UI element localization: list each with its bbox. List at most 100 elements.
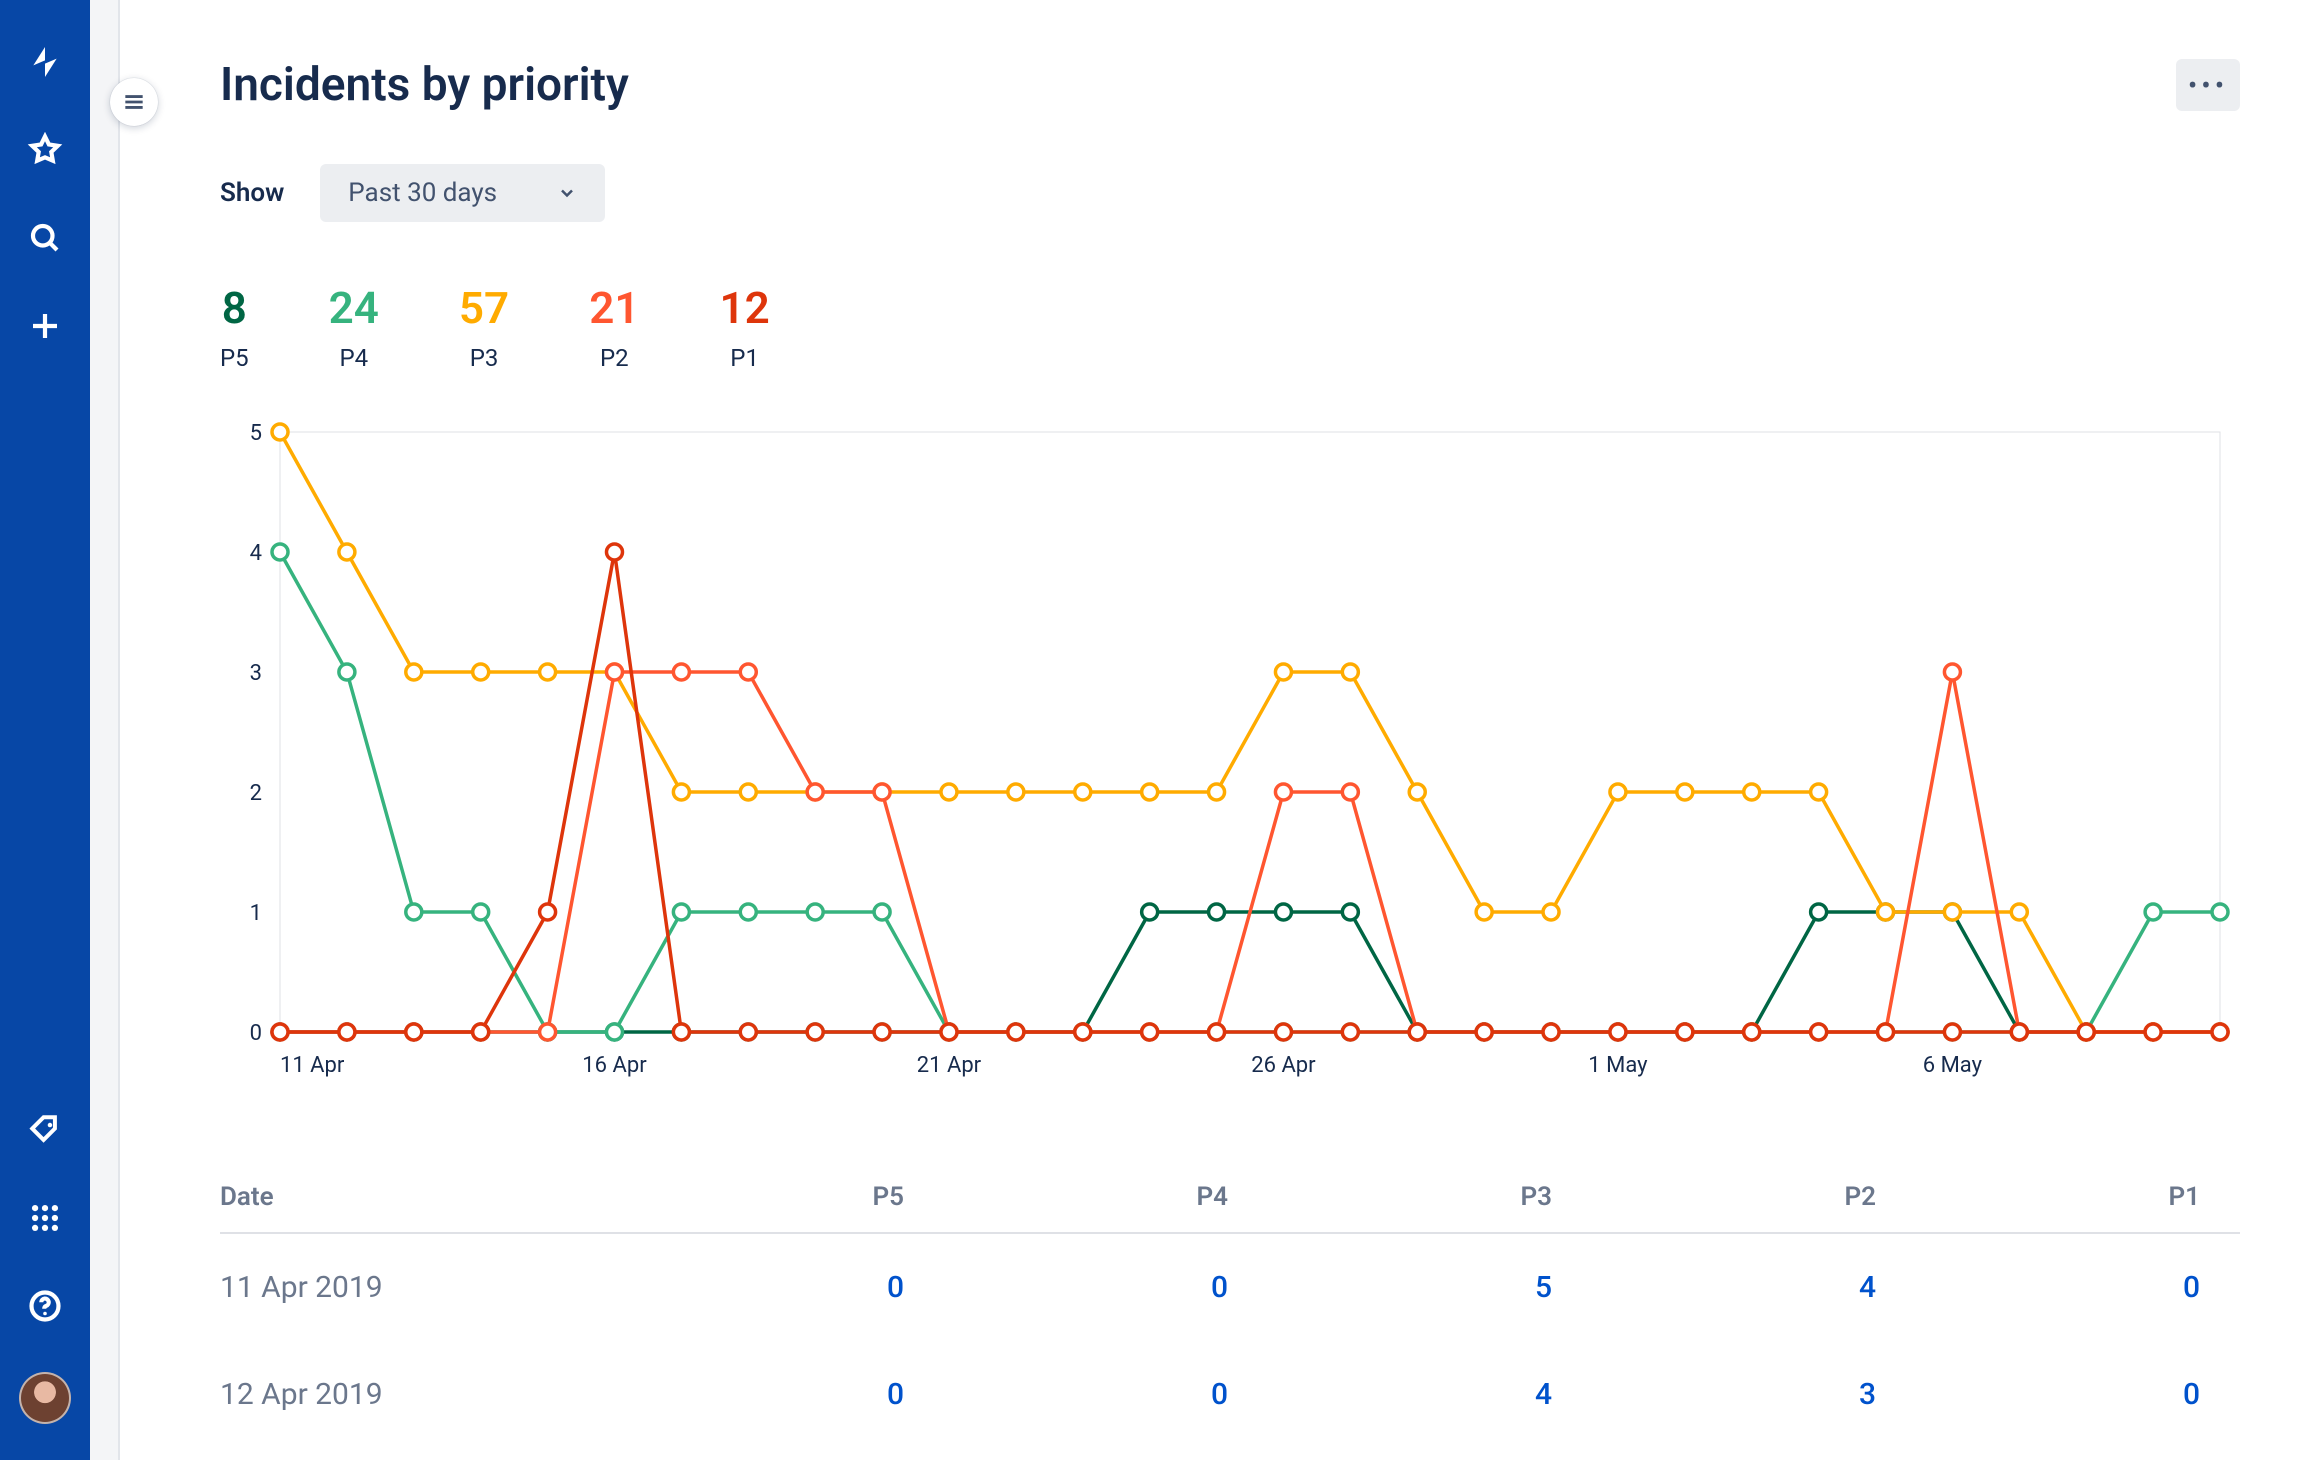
th-date: Date (220, 1182, 620, 1212)
point (2011, 904, 2027, 920)
point (1409, 1024, 1425, 1040)
stat-value: 21 (589, 282, 639, 334)
point (740, 784, 756, 800)
point (606, 1024, 622, 1040)
point (1944, 904, 1960, 920)
point (1944, 664, 1960, 680)
stat-p5: 8P5 (220, 282, 249, 372)
svg-text:1: 1 (250, 901, 262, 926)
search-icon[interactable] (23, 216, 67, 260)
point (740, 1024, 756, 1040)
point (1275, 1024, 1291, 1040)
point (1342, 1024, 1358, 1040)
point (1008, 1024, 1024, 1040)
td-value: 0 (1916, 1377, 2240, 1412)
plus-icon[interactable] (23, 304, 67, 348)
th-p1: P1 (1916, 1182, 2240, 1212)
point (2212, 904, 2228, 920)
point (406, 664, 422, 680)
show-label: Show (220, 178, 284, 208)
point (1008, 784, 1024, 800)
tag-icon[interactable] (23, 1108, 67, 1152)
point (406, 1024, 422, 1040)
stat-label: P2 (600, 344, 629, 372)
page-title: Incidents by priority (220, 58, 629, 112)
help-icon[interactable] (23, 1284, 67, 1328)
series-p3 (280, 432, 2220, 1032)
point (1811, 784, 1827, 800)
point (1677, 784, 1693, 800)
td-value: 0 (620, 1377, 944, 1412)
th-p4: P4 (944, 1182, 1268, 1212)
point (1811, 904, 1827, 920)
point (807, 1024, 823, 1040)
svg-text:16 Apr: 16 Apr (582, 1053, 647, 1078)
td-value: 4 (1268, 1377, 1592, 1412)
point (606, 664, 622, 680)
point (473, 1024, 489, 1040)
point (1209, 904, 1225, 920)
svg-text:21 Apr: 21 Apr (917, 1053, 982, 1078)
point (1744, 1024, 1760, 1040)
main-content: Incidents by priority ••• Show Past 30 d… (120, 0, 2320, 1460)
stat-value: 12 (719, 282, 769, 334)
point (406, 904, 422, 920)
svg-text:3: 3 (250, 661, 262, 686)
td-value: 3 (1592, 1377, 1916, 1412)
point (673, 904, 689, 920)
point (1209, 1024, 1225, 1040)
point (1342, 904, 1358, 920)
td-date: 12 Apr 2019 (220, 1377, 620, 1412)
logo-icon[interactable] (23, 40, 67, 84)
point (272, 544, 288, 560)
stat-p2: 21P2 (589, 282, 639, 372)
stat-label: P3 (470, 344, 499, 372)
stat-p4: 24P4 (329, 282, 379, 372)
th-p5: P5 (620, 1182, 944, 1212)
line-chart-svg: 01234511 Apr16 Apr21 Apr26 Apr1 May6 May (220, 412, 2240, 1112)
svg-text:26 Apr: 26 Apr (1251, 1053, 1316, 1078)
point (1342, 784, 1358, 800)
point (1409, 784, 1425, 800)
point (740, 904, 756, 920)
point (1142, 904, 1158, 920)
series-p2 (280, 672, 2220, 1032)
date-range-select[interactable]: Past 30 days (320, 164, 605, 222)
series-p5 (280, 912, 2220, 1032)
point (1142, 784, 1158, 800)
point (1075, 1024, 1091, 1040)
date-range-value: Past 30 days (348, 178, 497, 208)
stat-label: P4 (339, 344, 368, 372)
svg-text:1 May: 1 May (1588, 1053, 1648, 1078)
more-actions-button[interactable]: ••• (2176, 59, 2240, 111)
point (874, 904, 890, 920)
point (673, 664, 689, 680)
global-nav-rail (0, 0, 90, 1460)
incidents-chart: 01234511 Apr16 Apr21 Apr26 Apr1 May6 May (220, 412, 2240, 1112)
point (473, 664, 489, 680)
point (1944, 1024, 1960, 1040)
apps-icon[interactable] (23, 1196, 67, 1240)
td-value: 4 (1592, 1270, 1916, 1305)
table-row: 12 Apr 201900430 (220, 1341, 2240, 1448)
point (339, 664, 355, 680)
star-icon[interactable] (23, 128, 67, 172)
point (1543, 1024, 1559, 1040)
point (473, 904, 489, 920)
point (540, 1024, 556, 1040)
point (2145, 1024, 2161, 1040)
point (1878, 1024, 1894, 1040)
point (807, 784, 823, 800)
td-value: 0 (1916, 1270, 2240, 1305)
point (1811, 1024, 1827, 1040)
point (1744, 784, 1760, 800)
point (272, 424, 288, 440)
point (874, 784, 890, 800)
avatar[interactable] (19, 1372, 71, 1424)
th-p2: P2 (1592, 1182, 1916, 1212)
point (673, 1024, 689, 1040)
point (1476, 1024, 1492, 1040)
point (807, 904, 823, 920)
point (339, 1024, 355, 1040)
stat-value: 8 (222, 282, 247, 334)
